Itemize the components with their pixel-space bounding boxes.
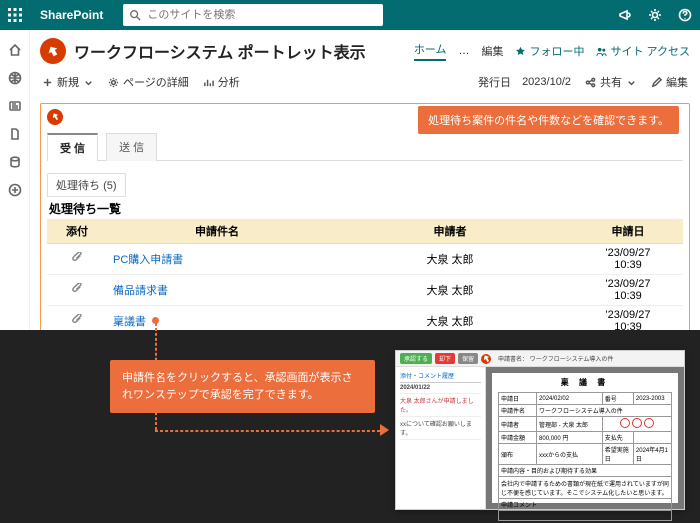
chevron-down-icon — [83, 77, 94, 88]
callout-bottom: 申請件名をクリックすると、承認画面が表示されワンステップで承認を完了できます。 — [110, 360, 375, 413]
app-logo-icon — [40, 38, 66, 64]
people-icon — [596, 46, 607, 57]
request-link[interactable]: 稟議書 — [113, 316, 146, 328]
cmd-analytics[interactable]: 分析 — [203, 74, 240, 90]
workflow-logo-icon — [47, 109, 63, 125]
preview-hold-button[interactable]: 保留 — [458, 353, 478, 364]
cmd-edit[interactable]: 編集 — [651, 74, 688, 90]
pending-table: 添付 申請件名 申請者 申請日 PC購入申請書大泉 太郎'23/09/2710:… — [47, 219, 683, 338]
request-link[interactable]: PC購入申請書 — [113, 254, 183, 266]
brand-label: SharePoint — [30, 8, 113, 22]
cell-date: '23/09/2710:39 — [573, 275, 683, 306]
attachment-icon — [47, 244, 107, 275]
portlet-tab-outbox[interactable]: 送 信 — [106, 133, 157, 161]
preview-approve-button[interactable]: 承認する — [400, 353, 432, 364]
tab-home[interactable]: ホーム — [414, 41, 447, 61]
chevron-down-icon — [626, 77, 637, 88]
tab-more[interactable]: … — [458, 45, 469, 57]
cmd-details[interactable]: ページの詳細 — [108, 74, 189, 90]
list-title: 処理待ち一覧 — [49, 200, 683, 217]
megaphone-icon[interactable] — [610, 8, 640, 22]
workflow-logo-icon — [481, 354, 491, 364]
request-link[interactable]: 備品請求書 — [113, 285, 168, 297]
arrow-icon — [380, 424, 389, 436]
cell-applicant: 大泉 太郎 — [327, 275, 573, 306]
cmd-new[interactable]: 新規 — [42, 74, 94, 90]
pubdate-label: 発行日 2023/10/2 — [478, 74, 571, 90]
gear-icon — [108, 77, 119, 88]
preview-header: 申請書名： ワークフローシステム導入の件 — [498, 354, 613, 363]
pending-filter[interactable]: 処理待ち (5) — [47, 173, 126, 197]
portlet-tab-inbox[interactable]: 受 信 — [47, 133, 98, 161]
col-date: 申請日 — [573, 219, 683, 244]
rail-globe-icon[interactable] — [0, 64, 29, 92]
search-input-wrap[interactable] — [123, 4, 383, 26]
rail-news-icon[interactable] — [0, 92, 29, 120]
gear-icon[interactable] — [640, 8, 670, 22]
star-icon — [515, 46, 526, 57]
attachment-icon — [47, 275, 107, 306]
col-applicant: 申請者 — [327, 219, 573, 244]
rail-add-icon[interactable] — [0, 176, 29, 204]
table-row: 備品請求書 大泉 太郎'23/09/2710:39 — [47, 275, 683, 306]
chart-icon — [203, 77, 214, 88]
search-icon — [129, 9, 141, 21]
approval-preview: 承認する 却下 保留 申請書名： ワークフローシステム導入の件 添付・コメント履… — [395, 350, 685, 510]
preview-side-title: 添付・コメント履歴 — [400, 371, 481, 383]
rail-home-icon[interactable] — [0, 36, 29, 64]
pencil-icon — [651, 77, 662, 88]
connector-line — [155, 430, 380, 432]
help-icon[interactable] — [670, 8, 700, 22]
share-icon — [585, 77, 596, 88]
follow-toggle[interactable]: フォロー中 — [515, 43, 584, 59]
table-row: PC購入申請書 大泉 太郎'23/09/2710:39 — [47, 244, 683, 275]
tab-edit[interactable]: 編集 — [481, 43, 503, 59]
rail-db-icon[interactable] — [0, 148, 29, 176]
cmd-share[interactable]: 共有 — [585, 74, 637, 90]
page-title: ワークフローシステム ポートレット表示 — [74, 39, 366, 63]
preview-document: 稟 議 書 申請日2024/02/02番号2023-2003 申請件名ワークフロ… — [492, 373, 678, 503]
col-name: 申請件名 — [107, 219, 327, 244]
app-launcher-icon[interactable] — [0, 8, 30, 22]
search-input[interactable] — [147, 9, 377, 21]
cell-date: '23/09/2710:39 — [573, 244, 683, 275]
connector-line — [155, 323, 157, 430]
rail-doc-icon[interactable] — [0, 120, 29, 148]
callout-top: 処理待ち案件の件名や件数などを確認できます。 — [418, 106, 679, 134]
col-attach: 添付 — [47, 219, 107, 244]
preview-reject-button[interactable]: 却下 — [435, 353, 455, 364]
site-access-button[interactable]: サイト アクセス — [596, 43, 690, 59]
cell-applicant: 大泉 太郎 — [327, 244, 573, 275]
